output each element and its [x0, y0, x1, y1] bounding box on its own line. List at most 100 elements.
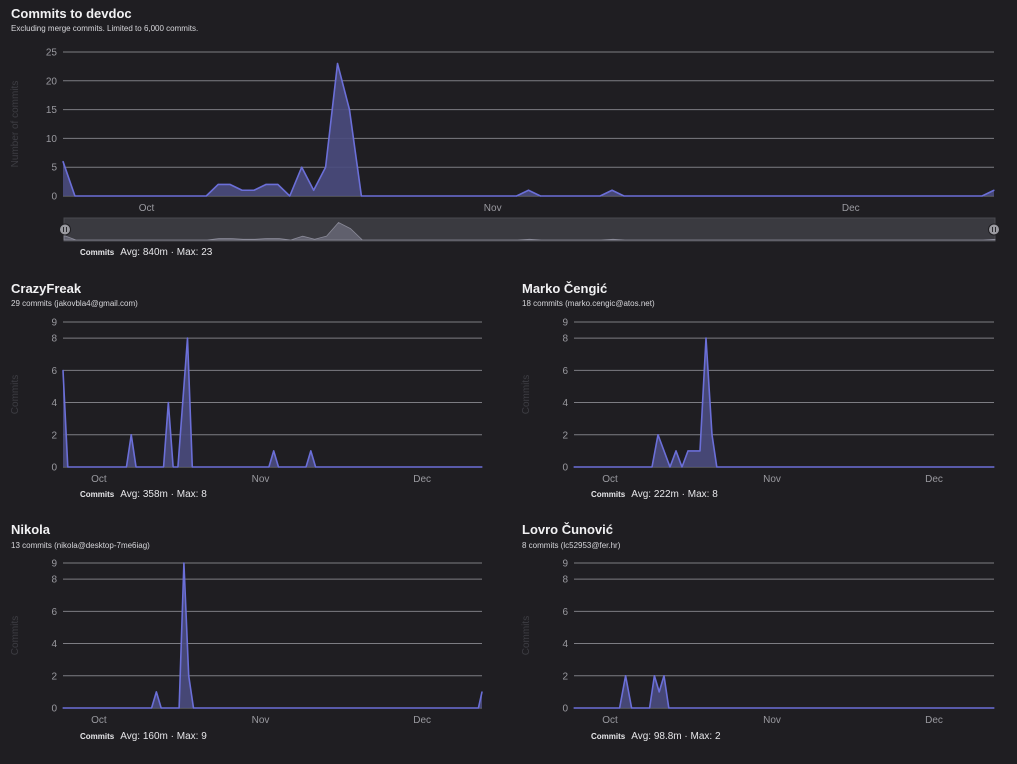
data-point: [313, 189, 315, 191]
data-point: [623, 195, 625, 197]
y-tick-label: 6: [562, 607, 568, 618]
y-tick-label: 4: [562, 639, 568, 650]
data-point: [150, 707, 153, 709]
data-point: [611, 189, 613, 191]
legend-stats: Avg: 222m · Max: 8: [631, 489, 718, 500]
y-tick-label: 2: [51, 671, 57, 682]
contributor-legend: Commits Avg: 160m · Max: 9: [80, 731, 207, 742]
series-line: [62, 62, 995, 197]
y-tick-label: 9: [562, 318, 568, 329]
data-point: [191, 466, 193, 468]
x-tick-label: Nov: [484, 203, 502, 214]
legend-series-label: Commits: [80, 732, 115, 741]
x-tick-label: Nov: [252, 715, 270, 726]
legend-series-label: Commits: [591, 732, 626, 741]
series-area: [574, 675, 994, 708]
contributor-name[interactable]: Lovro Čunović: [522, 522, 613, 537]
legend-stats: Avg: 98.8m · Max: 2: [631, 731, 721, 742]
y-tick-label: 4: [562, 398, 568, 409]
data-point: [74, 195, 76, 197]
contributor-meta: 8 commits (lc52953@fer.hr): [522, 541, 621, 550]
data-point: [130, 434, 132, 436]
data-point: [62, 160, 64, 163]
contributor-meta: 18 commits (marko.cengic@atos.net): [522, 299, 655, 308]
series-area: [63, 63, 994, 196]
data-point: [305, 466, 307, 468]
x-tick-label: Nov: [763, 715, 781, 726]
data-point: [229, 183, 231, 186]
main-commits-chart: 0510152025Number of commitsOct Nov Dec0246…: [10, 48, 1000, 726]
data-point: [167, 401, 169, 404]
range-handle-right[interactable]: [988, 223, 1000, 236]
y-axis-label: Commits: [10, 375, 21, 414]
y-tick-label: 0: [51, 463, 57, 474]
y-tick-label: 4: [51, 639, 57, 650]
y-tick-label: 2: [562, 671, 568, 682]
x-tick-label: Oct: [602, 715, 618, 726]
x-tick-label: Dec: [842, 203, 860, 214]
y-tick-label: 9: [562, 559, 568, 570]
contributor-meta: 29 commits (jakovbla4@gmail.com): [11, 299, 138, 308]
contributor-name[interactable]: Nikola: [11, 522, 50, 537]
contributor-name[interactable]: Marko Čengić: [522, 281, 607, 296]
y-tick-label: 8: [51, 334, 57, 345]
data-point: [125, 466, 128, 468]
data-point: [663, 675, 665, 677]
y-axis-label: Commits: [521, 375, 532, 414]
y-tick-label: 10: [46, 134, 58, 145]
y-tick-label: 20: [46, 76, 58, 87]
y-tick-label: 0: [51, 192, 57, 203]
legend-series-label: Commits: [591, 490, 626, 499]
data-point: [981, 195, 983, 197]
series-area: [63, 563, 482, 708]
legend-stats: Avg: 840m · Max: 23: [120, 247, 213, 258]
data-point: [663, 450, 665, 452]
data-point: [273, 450, 275, 452]
range-handle-left[interactable]: [59, 223, 71, 236]
y-tick-label: 2: [51, 430, 57, 441]
data-point: [253, 189, 255, 191]
data-point: [62, 369, 64, 371]
x-tick-label: Dec: [413, 474, 431, 485]
data-point: [651, 466, 653, 468]
legend-stats: Avg: 358m · Max: 8: [120, 489, 207, 500]
y-tick-label: 0: [562, 704, 568, 715]
x-tick-label: Dec: [413, 715, 431, 726]
contributor-name[interactable]: CrazyFreak: [11, 281, 81, 296]
series-line: [63, 562, 483, 709]
y-tick-label: 4: [51, 398, 57, 409]
y-tick-label: 8: [562, 334, 568, 345]
data-point: [687, 450, 689, 452]
data-point: [277, 466, 280, 468]
y-axis-label: Number of commits: [10, 81, 21, 168]
data-point: [160, 707, 162, 709]
y-tick-label: 8: [562, 575, 568, 586]
x-tick-label: Oct: [91, 474, 107, 485]
data-point: [314, 466, 317, 468]
x-tick-label: Dec: [925, 474, 943, 485]
data-point: [192, 707, 195, 709]
data-point: [62, 707, 64, 709]
data-point: [277, 183, 279, 186]
range-navigator[interactable]: [63, 217, 996, 242]
main-chart-legend: Commits Avg: 840m · Max: 23: [80, 247, 212, 258]
data-point: [681, 466, 683, 468]
data-point: [657, 434, 659, 436]
data-point: [573, 466, 575, 468]
data-point: [186, 337, 189, 339]
data-point: [183, 562, 185, 564]
contributor-legend: Commits Avg: 358m · Max: 8: [80, 489, 207, 500]
data-point: [217, 183, 219, 186]
y-tick-label: 15: [46, 105, 58, 116]
contributor-meta: 13 commits (nikola@desktop-7me6iag): [11, 541, 150, 550]
data-point: [177, 466, 179, 468]
series-line: [574, 674, 994, 709]
data-point: [336, 62, 339, 65]
x-tick-label: Nov: [252, 474, 270, 485]
data-point: [625, 675, 627, 677]
y-tick-label: 6: [51, 607, 57, 618]
data-point: [711, 434, 713, 436]
x-tick-label: Oct: [139, 203, 155, 214]
contributor-legend: Commits Avg: 222m · Max: 8: [591, 489, 718, 500]
x-tick-label: Oct: [602, 474, 618, 485]
